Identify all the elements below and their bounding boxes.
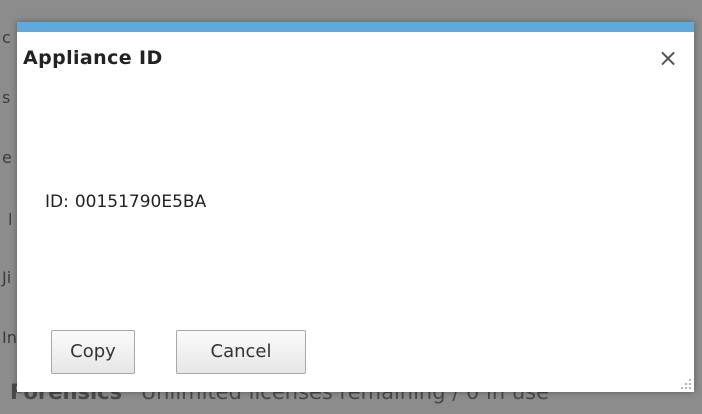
background-text-fragment: e	[2, 148, 12, 167]
background-text-fragment: c	[2, 28, 11, 47]
copy-button[interactable]: Copy	[51, 330, 135, 374]
id-label: ID:	[45, 192, 69, 212]
background-text-fragment: s	[2, 88, 11, 107]
cancel-button[interactable]: Cancel	[176, 330, 306, 374]
close-icon[interactable]: ×	[654, 44, 682, 72]
appliance-id-row: ID: 00151790E5BA	[45, 192, 206, 212]
dialog-title: Appliance ID	[23, 47, 163, 69]
resize-grip-icon[interactable]	[680, 378, 692, 390]
background-text-fragment: l	[8, 210, 13, 229]
appliance-id-dialog: Appliance ID × ID: 00151790E5BA Copy Canc…	[17, 22, 694, 392]
background-text-fragment: Ji	[2, 268, 12, 287]
dialog-accent-bar	[17, 22, 694, 32]
background-text-fragment: In	[2, 328, 17, 347]
id-value: 00151790E5BA	[74, 192, 207, 212]
